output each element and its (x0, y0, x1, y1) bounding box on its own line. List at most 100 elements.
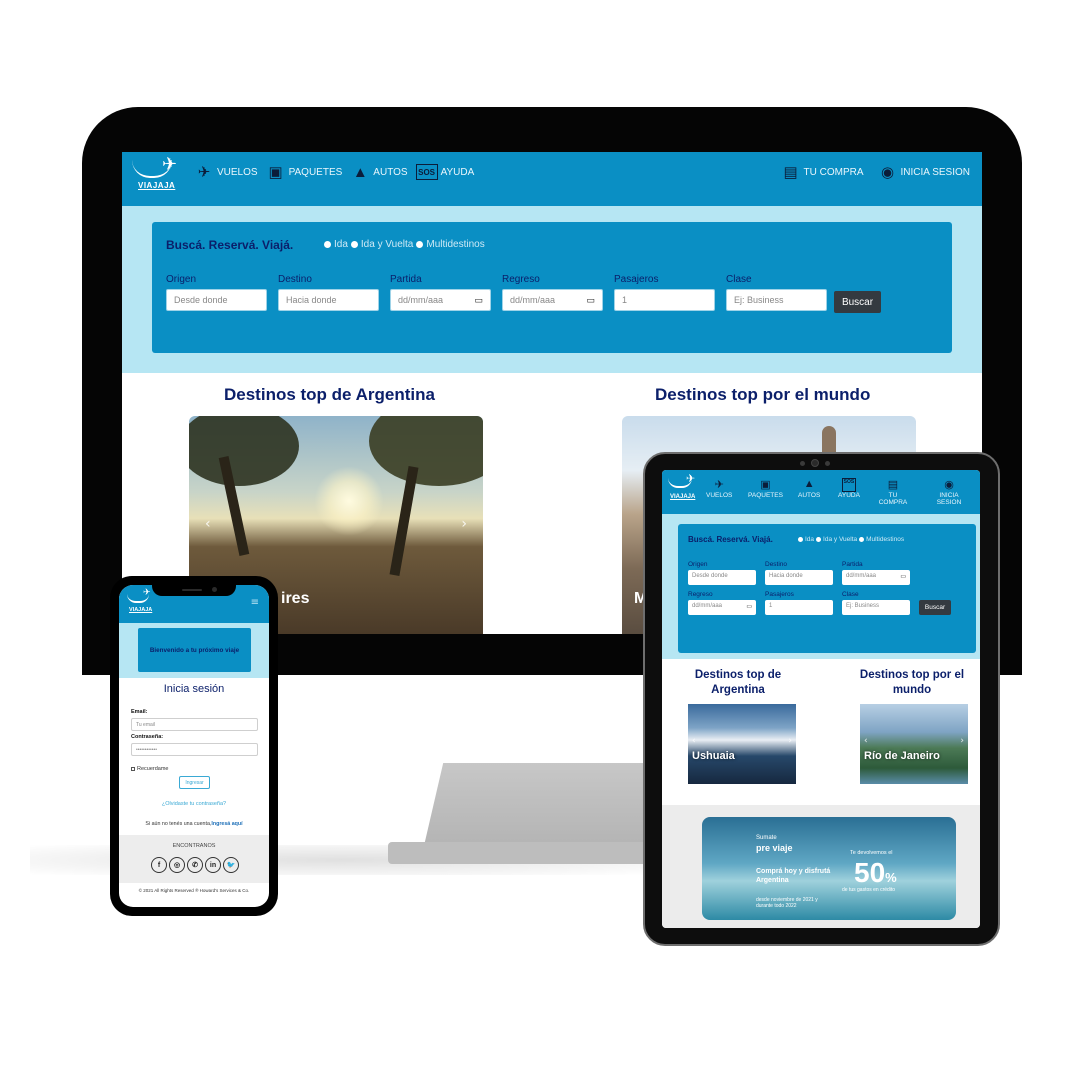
input-placeholder: dd/mm/aaa (398, 295, 444, 305)
brand-logo[interactable]: ✈ VIAJAJA (127, 588, 157, 618)
nav-label: VUELOS (706, 492, 733, 499)
login-title: Inicia sesión (163, 683, 225, 695)
checkbox-box[interactable] (131, 767, 135, 771)
nav-item-vuelos[interactable]: ✈ VUELOS (706, 478, 732, 499)
field-regreso: Regreso dd/mm/aaa ▭ (688, 591, 756, 615)
whatsapp-icon[interactable]: ✆ (187, 857, 203, 873)
field-clase: Clase Ej: Business (842, 591, 910, 615)
field-label: Pasajeros (765, 591, 794, 598)
brand-logo[interactable]: ✈ VIAJAJA (668, 472, 702, 506)
carousel-prev-icon[interactable]: ‹ (205, 516, 211, 532)
banner-brand: pre viaje (756, 843, 793, 853)
field-clase: Clase Ej: Business (726, 274, 827, 311)
nav-item-ayuda[interactable]: SOS AYUDA (415, 164, 474, 180)
percent-value: 50 (854, 857, 886, 888)
radio-ida[interactable] (324, 241, 331, 248)
nav-label: PAQUETES (288, 166, 343, 178)
nav-item-paquetes[interactable]: ▣ PAQUETES (266, 162, 343, 182)
nav-item-tu-compra[interactable]: ▤ TU COMPRA (781, 162, 863, 182)
carousel-next-icon[interactable]: › (461, 516, 467, 532)
nav-menu: ✈ VUELOS ▣ PAQUETES ▲ AUTOS SOS AYUDA (194, 162, 475, 182)
field-label: Partida (390, 274, 422, 285)
carousel-next-icon[interactable]: › (788, 736, 792, 746)
login-button[interactable]: Ingresar (179, 776, 210, 789)
nav-item-inicia-sesion[interactable]: ◉ INICIA SESION (928, 478, 970, 506)
calendar-icon[interactable]: ▭ (474, 295, 483, 305)
previaje-banner[interactable]: Sumate pre viaje Comprá hoy y disfrutá A… (702, 817, 956, 920)
nav-label: AUTOS (373, 166, 408, 178)
regreso-date-input[interactable]: dd/mm/aaa ▭ (502, 289, 603, 311)
find-us-label: ENCONTRANOS (172, 843, 216, 849)
search-button[interactable]: Buscar (919, 600, 951, 615)
rio-carousel[interactable]: ‹ › Río de Janeiro (860, 704, 968, 784)
carousel-prev-icon[interactable]: ‹ (864, 736, 868, 746)
instagram-icon[interactable]: ◎ (169, 857, 185, 873)
remember-checkbox[interactable]: Recuerdame (131, 766, 169, 772)
partida-date-input[interactable]: dd/mm/aaa ▭ (390, 289, 491, 311)
trip-type-radios: Ida Ida y Vuelta Multidestinos (798, 536, 904, 543)
nav-item-tu-compra[interactable]: ▤ TU COMPRA (876, 478, 910, 506)
radio-label: Multidestinos (866, 536, 905, 543)
nav-item-vuelos[interactable]: ✈ VUELOS (194, 162, 258, 182)
facebook-icon[interactable]: f (151, 857, 167, 873)
calendar-icon[interactable]: ▭ (586, 295, 595, 305)
passport-icon: ◉ (880, 164, 895, 181)
nav-label: AYUDA (838, 492, 860, 499)
carousel-prev-icon[interactable]: ‹ (692, 736, 696, 746)
field-label: Destino (765, 561, 788, 568)
banner-dates: desde noviembre de 2021 y durante todo 2… (756, 897, 818, 909)
regreso-date-input[interactable]: dd/mm/aaa ▭ (688, 600, 756, 615)
calendar-icon[interactable]: ▭ (900, 573, 906, 582)
calendar-icon[interactable]: ▭ (746, 603, 752, 612)
radio-ida[interactable] (798, 537, 803, 542)
copyright: © 2021 All Rights Reserved ® Howard's Se… (138, 888, 250, 893)
clase-input[interactable]: Ej: Business (726, 289, 827, 311)
partida-date-input[interactable]: dd/mm/aaa ▭ (842, 570, 910, 585)
suitcase-icon: ▣ (760, 479, 771, 491)
register-link[interactable]: Ingresá aquí (211, 821, 242, 827)
nav-item-autos[interactable]: ▲ AUTOS (798, 478, 820, 499)
radio-ida-vuelta[interactable] (816, 537, 822, 542)
photo-sun (314, 466, 384, 536)
input-placeholder: Desde donde (174, 295, 228, 305)
plane-icon: ✈ (197, 164, 211, 181)
search-fields: Origen Desde donde Destino Hacia donde Par… (688, 561, 959, 615)
pasajeros-input[interactable]: 1 (765, 600, 833, 615)
nav-label: PAQUETES (748, 492, 783, 499)
destino-input[interactable]: Hacia donde (765, 570, 833, 585)
nav-item-inicia-sesion[interactable]: ◉ INICIA SESION (878, 162, 970, 182)
radio-multidestinos[interactable] (859, 537, 865, 542)
plane-icon: ✈ (714, 479, 724, 491)
field-label: Destino (278, 274, 312, 285)
twitter-icon[interactable]: 🐦 (223, 857, 239, 873)
password-label: Contraseña: (131, 734, 164, 740)
origen-input[interactable]: Desde donde (688, 570, 756, 585)
password-field[interactable]: •••••••••••• (131, 743, 258, 756)
nav-item-autos[interactable]: ▲ AUTOS (350, 162, 408, 182)
brand-logo[interactable]: ✈ VIAJAJA (132, 154, 184, 200)
carousel-next-icon[interactable]: › (960, 736, 964, 746)
sos-icon: SOS (415, 164, 438, 180)
destino-input[interactable]: Hacia donde (278, 289, 379, 311)
clase-input[interactable]: Ej: Business (842, 600, 910, 615)
field-label: Origen (688, 561, 708, 568)
email-field[interactable]: Tu email (131, 718, 258, 731)
origen-input[interactable]: Desde donde (166, 289, 267, 311)
forgot-password-link[interactable]: ¿Olvidaste tu contraseña? (119, 801, 269, 807)
search-button[interactable]: Buscar (834, 291, 881, 313)
input-placeholder: dd/mm/aaa (692, 603, 723, 609)
radio-multidestinos[interactable] (416, 241, 424, 248)
input-placeholder: Tu email (136, 722, 155, 728)
nav-item-ayuda[interactable]: SOS AYUDA (838, 478, 860, 499)
register-text: Si aún no tenés una cuenta,Ingresá aquí (119, 821, 269, 827)
search-title: Buscá. Reservá. Viajá. (688, 535, 773, 544)
hamburger-menu-icon[interactable]: ≡ (251, 597, 259, 608)
ushuaia-carousel[interactable]: ‹ › Ushuaia (688, 704, 796, 784)
field-origen: Origen Desde donde (166, 274, 267, 311)
passport-icon: ◉ (944, 479, 954, 491)
linkedin-icon[interactable]: in (205, 857, 221, 873)
nav-right: ▤ TU COMPRA ◉ INICIA SESION (781, 162, 970, 182)
pasajeros-input[interactable]: 1 (614, 289, 715, 311)
nav-item-paquetes[interactable]: ▣ PAQUETES (748, 478, 783, 499)
radio-ida-vuelta[interactable] (350, 241, 358, 248)
